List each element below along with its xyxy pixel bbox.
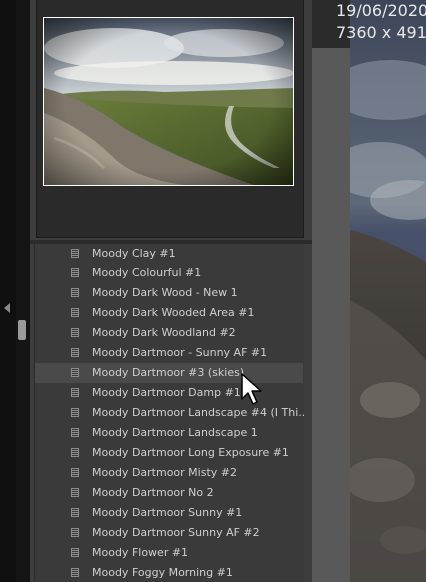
left-scroll-track[interactable] <box>16 0 30 582</box>
panel-separator <box>312 0 350 582</box>
image-info-overlay: 19/06/2020 7360 x 491 <box>336 0 426 44</box>
preset-document-icon <box>71 488 79 497</box>
image-dimensions: 7360 x 491 <box>336 23 426 42</box>
main-image-view[interactable] <box>350 0 426 582</box>
preset-item[interactable]: Moody Dartmoor - Sunny AF #1 <box>35 343 303 363</box>
preset-item[interactable]: Moody Dartmoor Landscape #4 (I Thi... <box>35 403 304 423</box>
preset-document-icon <box>71 568 79 577</box>
preset-document-icon <box>71 428 79 437</box>
preset-label: Moody Dark Wood - New 1 <box>92 286 238 299</box>
preset-label: Moody Foggy Morning #1 <box>92 566 233 579</box>
main-photo <box>350 0 426 582</box>
preset-document-icon <box>71 388 79 397</box>
preset-item[interactable]: Moody Flower #1 <box>35 543 303 563</box>
preset-label: Moody Dark Wooded Area #1 <box>92 306 255 319</box>
preset-item[interactable]: Moody Dartmoor Sunny AF #2 <box>35 523 303 543</box>
preset-document-icon <box>71 468 79 477</box>
preset-label: Moody Dartmoor Landscape #4 (I Thi... <box>92 406 304 419</box>
navigator-thumbnail[interactable] <box>43 17 294 186</box>
preset-item[interactable]: Moody Dartmoor Sunny #1 <box>35 503 303 523</box>
left-edge-strip <box>0 0 16 582</box>
preset-label: Moody Colourful #1 <box>92 266 202 279</box>
preset-item[interactable]: Moody Dark Wooded Area #1 <box>35 303 303 323</box>
preset-document-icon <box>71 308 79 317</box>
capture-date: 19/06/2020 <box>336 1 426 20</box>
triangle-left-icon[interactable] <box>4 303 10 313</box>
preset-document-icon <box>71 528 79 537</box>
preset-document-icon <box>71 249 79 258</box>
preset-label: Moody Flower #1 <box>92 546 189 559</box>
preset-item[interactable]: Moody Colourful #1 <box>35 263 303 283</box>
preset-document-icon <box>71 288 79 297</box>
preset-item[interactable]: Moody Dartmoor Long Exposure #1 <box>35 443 303 463</box>
preset-label: Moody Dartmoor Sunny #1 <box>92 506 243 519</box>
presets-list: Moody Clay #1 Moody Colourful #1 Moody D… <box>34 244 304 582</box>
preset-item[interactable]: Moody Dartmoor Misty #2 <box>35 463 303 483</box>
preset-document-icon <box>71 268 79 277</box>
landscape-thumbnail-image <box>44 18 293 185</box>
panel-right-edge <box>304 244 312 582</box>
preset-document-icon <box>71 548 79 557</box>
preset-item[interactable]: Moody Dartmoor No 2 <box>35 483 303 503</box>
preset-item[interactable]: Moody Dartmoor Landscape 1 <box>35 423 303 443</box>
preset-label: Moody Dartmoor - Sunny AF #1 <box>92 346 268 359</box>
preset-label: Moody Dartmoor No 2 <box>92 486 214 499</box>
preset-document-icon <box>71 448 79 457</box>
preset-document-icon <box>71 328 79 337</box>
preset-label: Moody Clay #1 <box>92 247 176 260</box>
preset-label: Moody Dartmoor Sunny AF #2 <box>92 526 260 539</box>
preset-item[interactable]: Moody Foggy Morning #1 <box>35 563 303 582</box>
preset-label: Moody Dartmoor Damp #1 <box>92 386 241 399</box>
lightroom-develop-view: Moody Clay #1 Moody Colourful #1 Moody D… <box>0 0 426 582</box>
preset-document-icon <box>71 508 79 517</box>
preset-document-icon <box>71 348 79 357</box>
mouse-pointer-icon <box>241 373 262 405</box>
preset-label: Moody Dartmoor Long Exposure #1 <box>92 446 289 459</box>
preset-label: Moody Dark Woodland #2 <box>92 326 236 339</box>
preset-label: Moody Dartmoor Landscape 1 <box>92 426 258 439</box>
preset-item[interactable]: Moody Dark Wood - New 1 <box>35 283 303 303</box>
preset-item[interactable]: Moody Clay #1 <box>35 244 303 264</box>
preset-document-icon <box>71 368 79 377</box>
preset-label: Moody Dartmoor Misty #2 <box>92 466 237 479</box>
preset-label: Moody Dartmoor #3 (skies) <box>92 366 245 379</box>
preset-item[interactable]: Moody Dark Woodland #2 <box>35 323 303 343</box>
scrollbar-thumb[interactable] <box>18 320 26 340</box>
preset-document-icon <box>71 408 79 417</box>
